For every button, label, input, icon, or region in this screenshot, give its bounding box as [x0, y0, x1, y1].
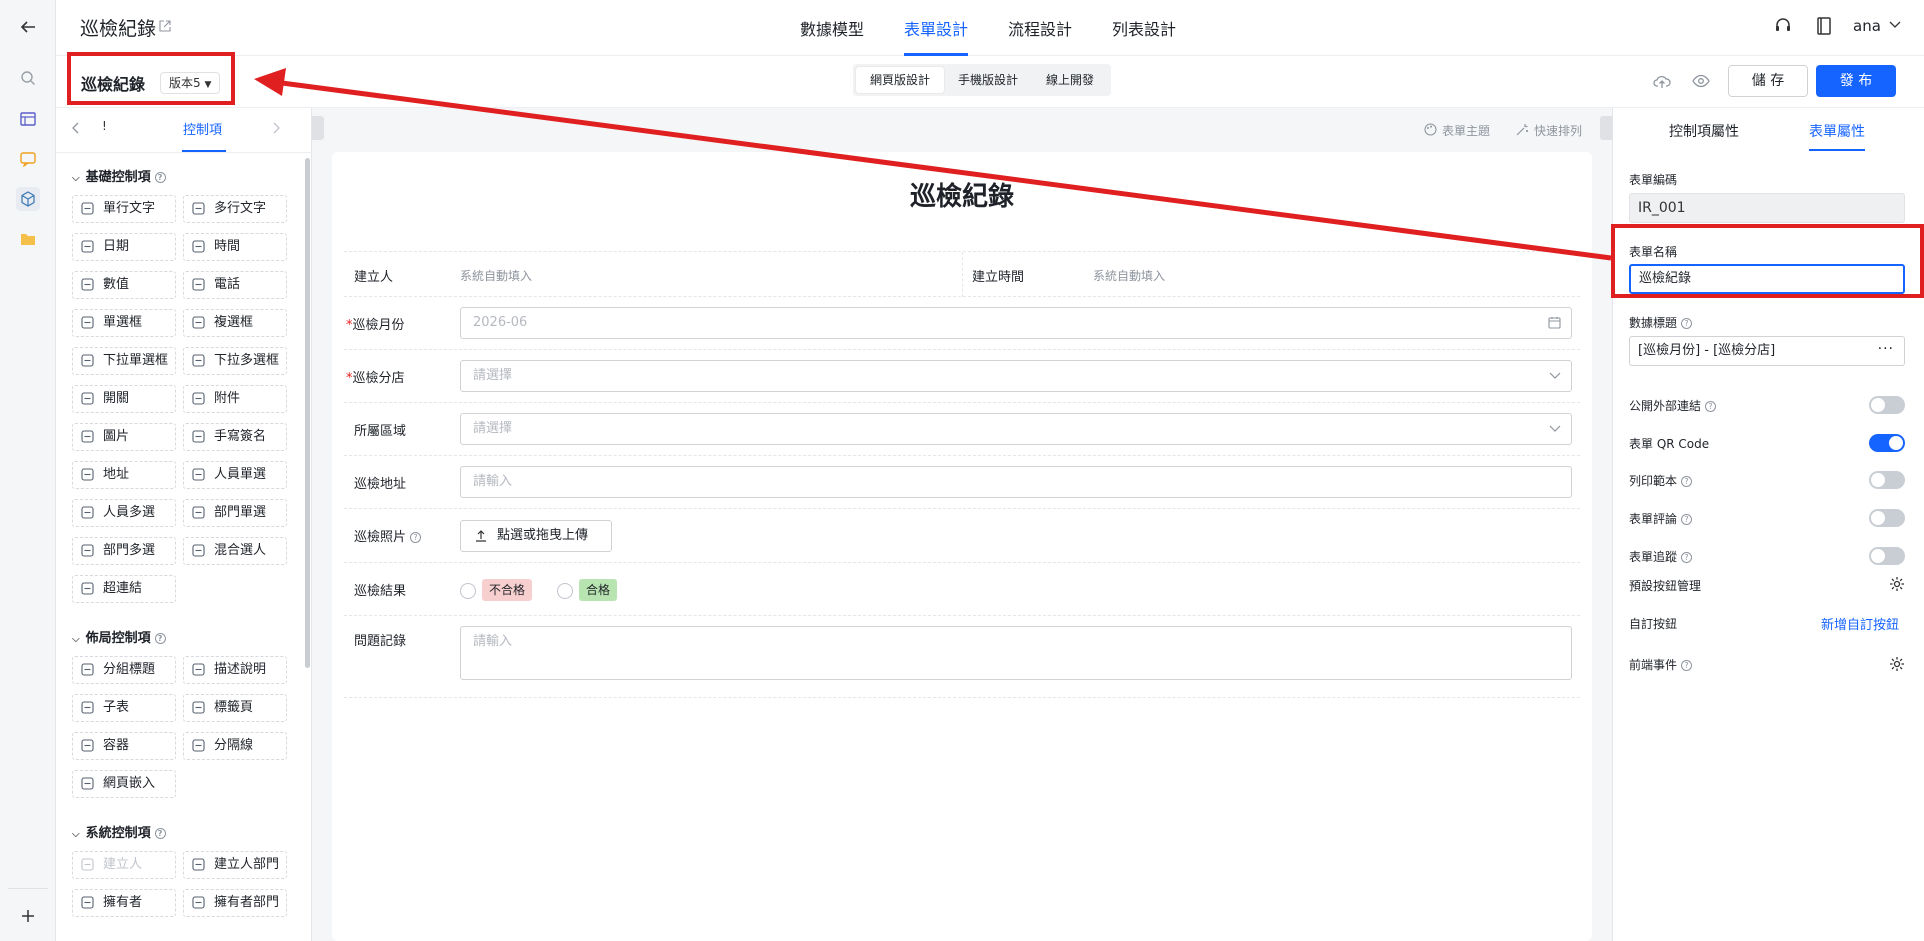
annotation-arrow [254, 68, 1612, 261]
